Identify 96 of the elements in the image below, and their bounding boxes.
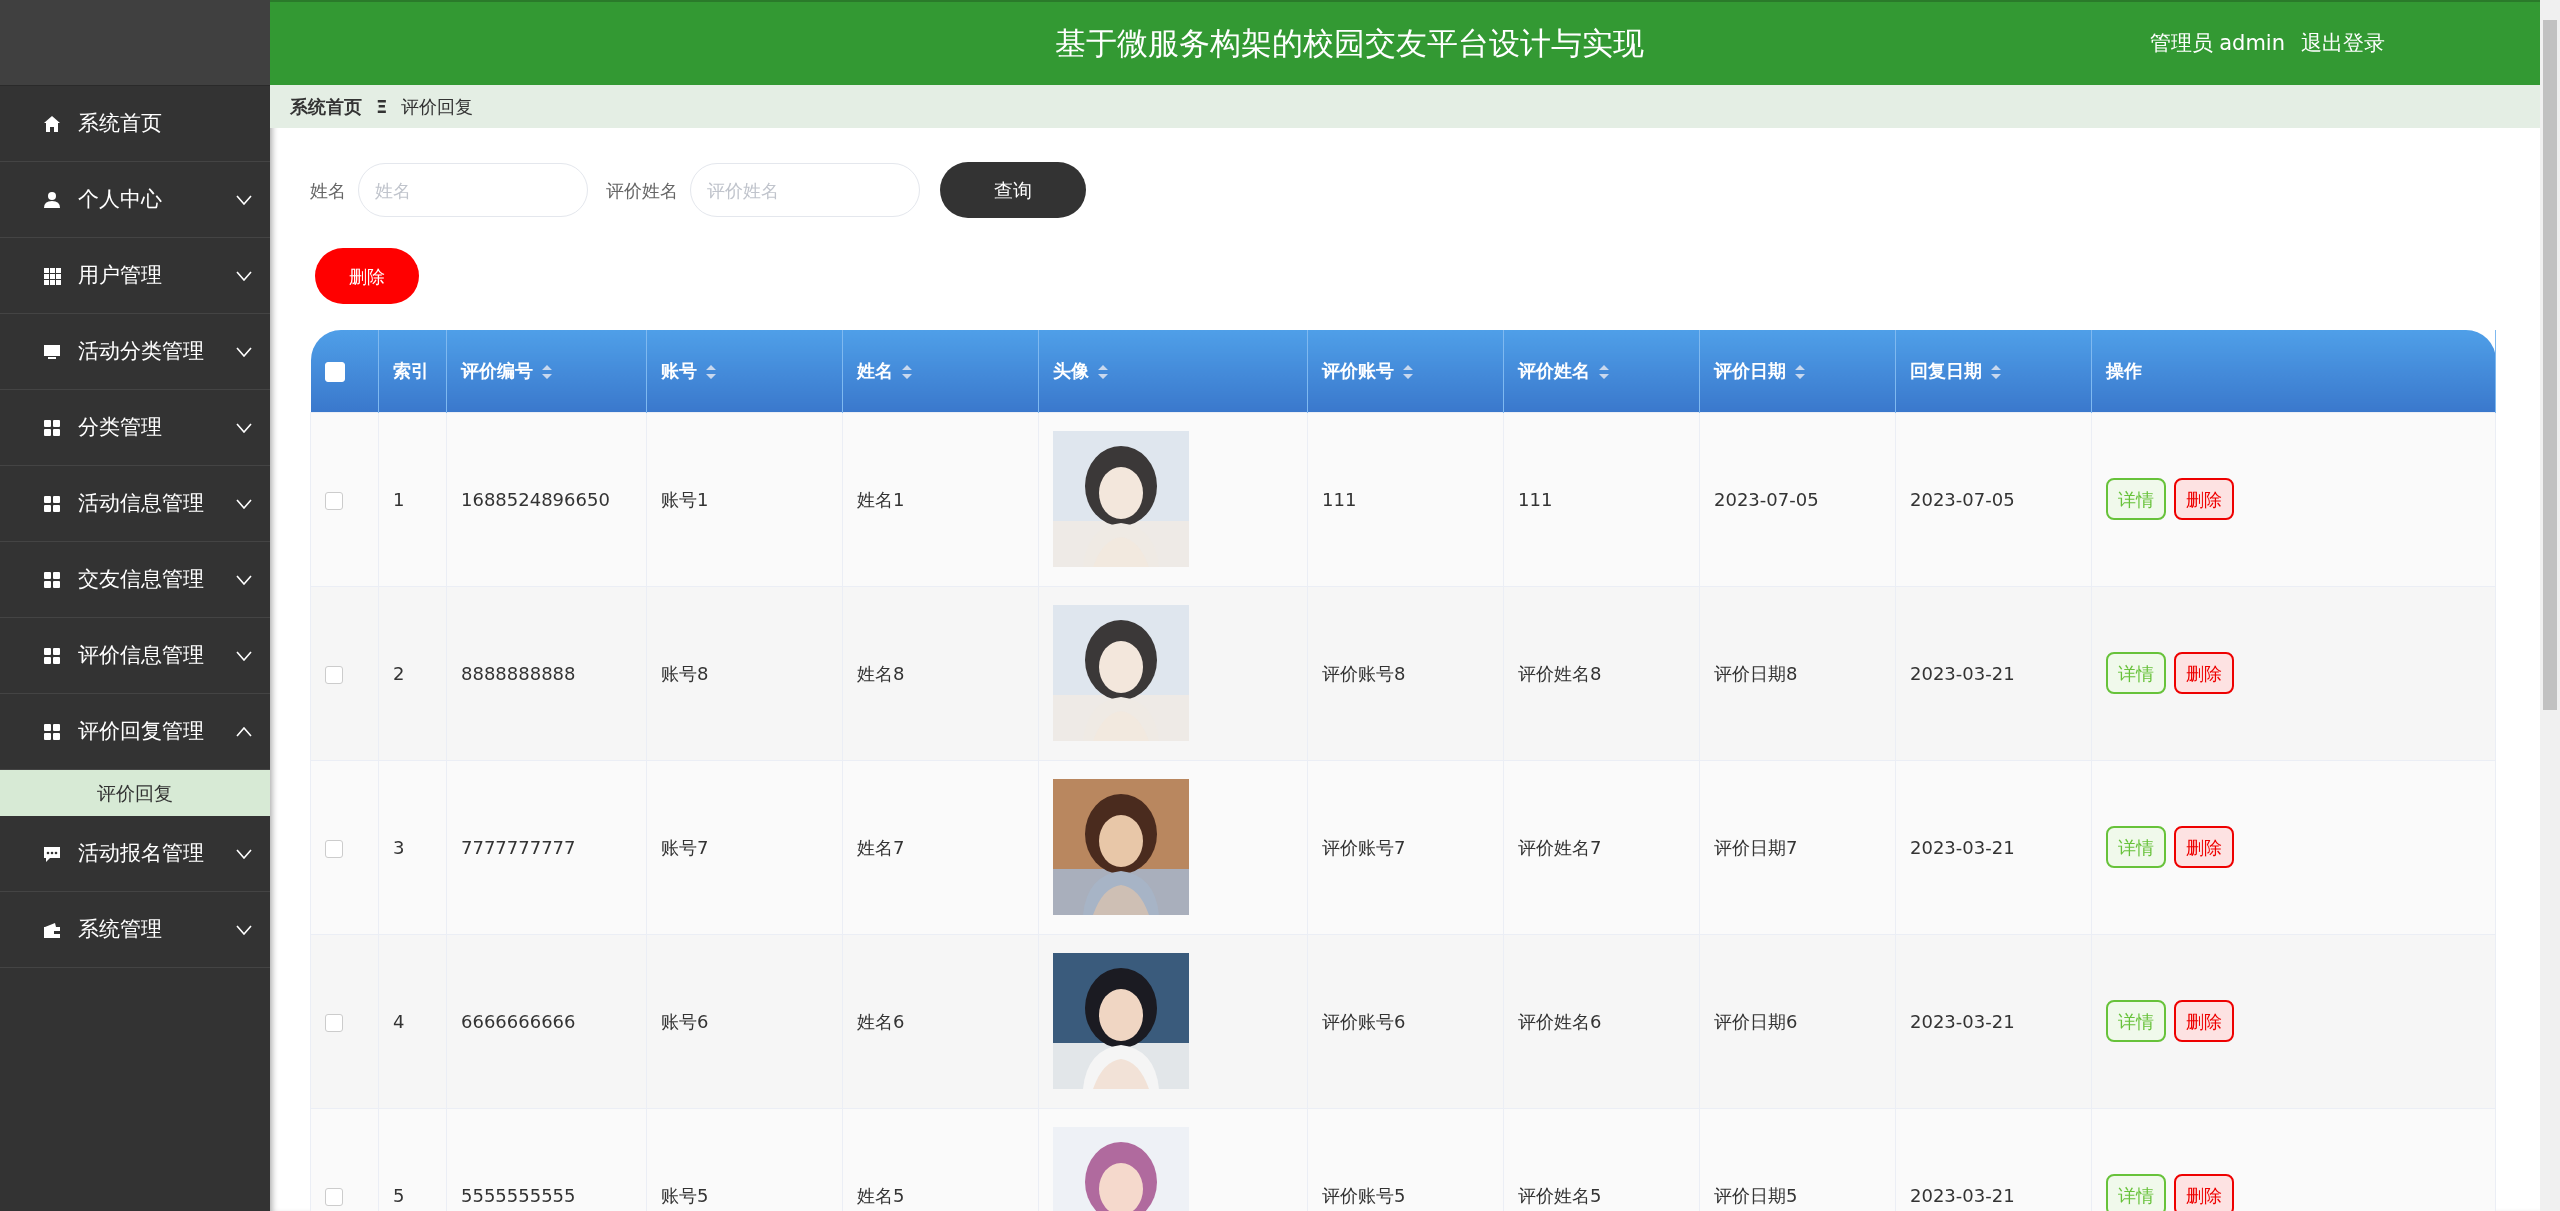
table-cell: 姓名6 — [842, 934, 1039, 1108]
table-cell: 评价姓名8 — [1503, 586, 1700, 760]
page-title: 基于微服务构架的校园交友平台设计与实现 — [1054, 24, 1646, 64]
sort-icon[interactable] — [1990, 364, 2002, 381]
table-cell: 评价账号7 — [1307, 760, 1504, 934]
table-cell: 评价姓名6 — [1503, 934, 1700, 1108]
table-cell: 5555555555 — [446, 1108, 647, 1211]
table-cell: 2023-03-21 — [1895, 586, 2092, 760]
table-cell: 1 — [378, 412, 447, 586]
column-header[interactable]: 回复日期 — [1910, 360, 1982, 382]
table-cell: 2023-03-21 — [1895, 760, 2092, 934]
user-icon — [42, 189, 62, 210]
sidebar-subitem[interactable]: 评价回复 — [0, 770, 270, 816]
home-icon — [42, 113, 62, 134]
sort-icon[interactable] — [901, 364, 913, 381]
column-header[interactable]: 账号 — [661, 360, 697, 382]
breadcrumb-separator: Ξ — [376, 95, 388, 119]
table-cell: 5 — [378, 1108, 447, 1211]
row-checkbox[interactable] — [325, 491, 343, 510]
row-checkbox[interactable] — [325, 839, 343, 858]
table-cell: 2023-03-21 — [1895, 934, 2092, 1108]
table-cell: 8888888888 — [446, 586, 647, 760]
table-cell: 评价日期8 — [1699, 586, 1896, 760]
table-cell: 姓名8 — [842, 586, 1039, 760]
table-cell: 评价账号5 — [1307, 1108, 1504, 1211]
field-label: 姓名 — [310, 178, 346, 203]
table-cell: 6666666666 — [446, 934, 647, 1108]
table-cell: 111 — [1307, 412, 1504, 586]
table-cell: 姓名7 — [842, 760, 1039, 934]
table-cell: 评价日期7 — [1699, 760, 1896, 934]
details-button[interactable]: 详情 — [2106, 1174, 2166, 1211]
table-cell: 评价日期6 — [1699, 934, 1896, 1108]
column-header: 操作 — [2106, 360, 2142, 382]
squares-icon — [42, 645, 62, 666]
table-cell: 2023-07-05 — [1895, 412, 2092, 586]
sort-icon[interactable] — [1598, 364, 1610, 381]
sort-icon[interactable] — [705, 364, 717, 381]
column-header[interactable]: 评价编号 — [461, 360, 533, 382]
table-cell: 评价姓名5 — [1503, 1108, 1700, 1211]
table-cell: 账号6 — [646, 934, 843, 1108]
search-button[interactable]: 查询 — [940, 162, 1086, 218]
column-header[interactable]: 评价姓名 — [1518, 360, 1590, 382]
logout-link[interactable]: 退出登录 — [2301, 27, 2385, 60]
column-header[interactable]: 评价日期 — [1714, 360, 1786, 382]
admin-label: 管理员 admin — [2149, 29, 2285, 57]
breadcrumb-current: 评价回复 — [401, 95, 474, 119]
delete-button[interactable]: 删除 — [2174, 826, 2234, 868]
sort-icon[interactable] — [1794, 364, 1806, 381]
table-cell: 评价日期5 — [1699, 1108, 1896, 1211]
table-cell: 111 — [1503, 412, 1700, 586]
table-cell: 账号7 — [646, 760, 843, 934]
row-checkbox[interactable] — [325, 1013, 343, 1032]
table-cell: 评价账号8 — [1307, 586, 1504, 760]
column-header[interactable]: 姓名 — [857, 360, 893, 382]
field-label: 评价姓名 — [606, 178, 678, 203]
squares-icon — [42, 493, 62, 514]
table-cell: 7777777777 — [446, 760, 647, 934]
row-checkbox[interactable] — [325, 1187, 343, 1206]
squares-icon — [42, 569, 62, 590]
table-cell: 姓名5 — [842, 1108, 1039, 1211]
column-header[interactable]: 评价账号 — [1322, 360, 1394, 382]
delete-button[interactable]: 删除 — [2174, 478, 2234, 520]
column-header[interactable]: 头像 — [1053, 360, 1089, 382]
table-cell: 2023-07-05 — [1699, 412, 1896, 586]
delete-button[interactable]: 删除 — [2174, 1000, 2234, 1042]
search-field[interactable]: 评价姓名 — [690, 163, 920, 217]
table-cell: 账号1 — [646, 412, 843, 586]
table-cell: 3 — [378, 760, 447, 934]
squares-icon — [42, 721, 62, 742]
grid-icon — [42, 265, 62, 286]
delete-button[interactable]: 删除 — [2174, 1174, 2234, 1211]
table-cell: 2023-03-21 — [1895, 1108, 2092, 1211]
table-cell: 评价账号6 — [1307, 934, 1504, 1108]
table-cell: 账号8 — [646, 586, 843, 760]
select-all-checkbox[interactable] — [324, 362, 345, 383]
breadcrumb-home[interactable]: 系统首页 — [290, 93, 362, 120]
details-button[interactable]: 详情 — [2106, 1000, 2166, 1042]
sort-icon[interactable] — [1097, 364, 1109, 381]
row-checkbox[interactable] — [325, 665, 343, 684]
table-cell: 2 — [378, 586, 447, 760]
column-header: 索引 — [393, 360, 429, 382]
table-cell: 评价姓名7 — [1503, 760, 1700, 934]
scrollbar[interactable] — [2540, 0, 2560, 1211]
sort-icon[interactable] — [1402, 364, 1414, 381]
squares-icon — [42, 417, 62, 438]
delete-button[interactable]: 删除 — [2174, 652, 2234, 694]
sort-icon[interactable] — [541, 364, 553, 381]
delete-button[interactable]: 删除 — [315, 248, 419, 304]
search-field[interactable]: 姓名 — [358, 163, 588, 217]
details-button[interactable]: 详情 — [2106, 478, 2166, 520]
table-cell: 姓名1 — [842, 412, 1039, 586]
table-cell: 4 — [378, 934, 447, 1108]
details-button[interactable]: 详情 — [2106, 826, 2166, 868]
table-cell: 账号5 — [646, 1108, 843, 1211]
details-button[interactable]: 详情 — [2106, 652, 2166, 694]
table-cell: 1688524896650 — [446, 412, 647, 586]
